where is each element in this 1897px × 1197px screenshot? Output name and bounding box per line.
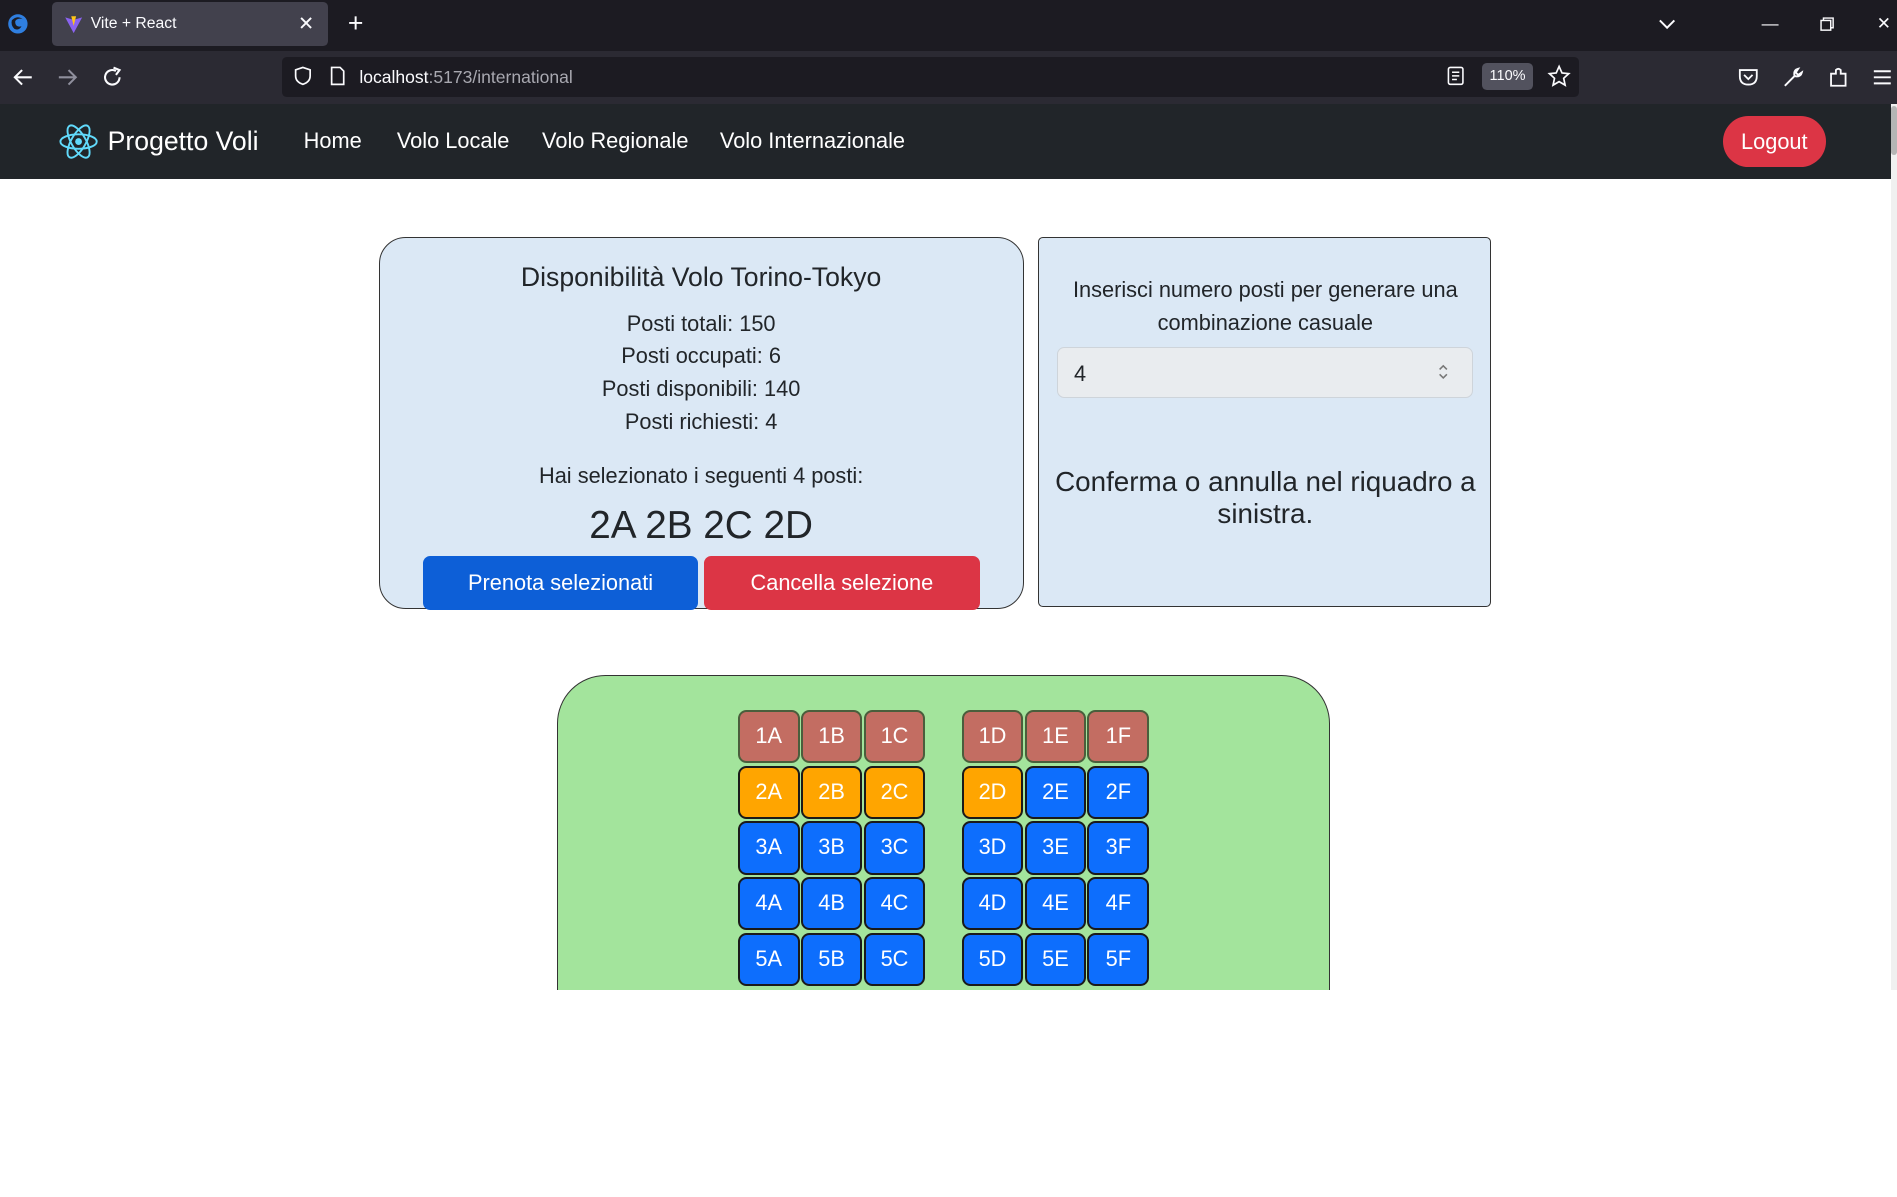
extensions-icon[interactable] (1825, 64, 1852, 91)
seat-5f[interactable]: 5F (1087, 932, 1150, 986)
selected-seats: 2A 2B 2C 2D (589, 504, 813, 548)
nav-link-volo-internazionale[interactable]: Volo Internazionale (720, 128, 905, 154)
seat-2d[interactable]: 2D (961, 765, 1024, 819)
stat-occupied-seats: Posti occupati: 6 (621, 343, 781, 369)
zoom-level-badge[interactable]: 110% (1482, 62, 1533, 90)
seat-2b[interactable]: 2B (800, 765, 863, 819)
new-tab-icon[interactable]: + (342, 10, 369, 38)
reader-view-icon[interactable] (1446, 65, 1465, 87)
vite-favicon-icon (65, 15, 83, 33)
random-seats-card: Inserisci numero posti per generare una … (1038, 237, 1491, 608)
seat-5a[interactable]: 5A (737, 932, 800, 986)
stat-requested-seats: Posti richiesti: 4 (624, 408, 778, 434)
tab-strip: Vite + React ✕ + — ✕ (0, 0, 1897, 51)
tab-active[interactable]: Vite + React ✕ (52, 2, 328, 46)
confirm-message: Conferma o annulla nel riquadro a sinist… (1055, 465, 1476, 530)
seat-3f[interactable]: 3F (1087, 821, 1150, 875)
seat-3d[interactable]: 3D (961, 821, 1024, 875)
hamburger-menu-icon[interactable] (1869, 64, 1896, 91)
react-logo-icon (59, 124, 98, 159)
seat-1f[interactable]: 1F (1087, 709, 1150, 764)
seat-2c[interactable]: 2C (863, 765, 926, 819)
chevron-down-icon[interactable] (1655, 12, 1679, 36)
flight-availability-card: Disponibilità Volo Torino-Tokyo Posti to… (378, 237, 1024, 610)
restore-icon[interactable] (1815, 12, 1839, 36)
spinner-arrows-icon[interactable] (1436, 361, 1451, 383)
close-icon[interactable]: ✕ (296, 14, 315, 34)
seat-4b[interactable]: 4B (800, 876, 863, 931)
seat-5b[interactable]: 5B (800, 932, 863, 986)
seat-count-value: 4 (1073, 361, 1087, 387)
seat-5c[interactable]: 5C (863, 932, 926, 986)
page-scrollbar[interactable] (1891, 104, 1897, 990)
seat-3c[interactable]: 3C (863, 821, 926, 875)
cancel-selection-button[interactable]: Cancella selezione (703, 556, 980, 610)
window-close-icon[interactable]: ✕ (1872, 12, 1896, 36)
random-prompt: Inserisci numero posti per generare una … (1072, 277, 1458, 336)
brand[interactable]: Progetto Voli (58, 121, 259, 162)
seat-3e[interactable]: 3E (1024, 821, 1087, 875)
seat-2a[interactable]: 2A (737, 765, 800, 819)
seat-2f[interactable]: 2F (1087, 765, 1150, 819)
seat-1b[interactable]: 1B (800, 709, 863, 764)
wrench-icon[interactable] (1780, 64, 1807, 91)
seat-4a[interactable]: 4A (737, 876, 800, 931)
nav-link-home[interactable]: Home (304, 128, 362, 154)
seat-3b[interactable]: 3B (800, 821, 863, 875)
bookmark-star-icon[interactable] (1547, 64, 1572, 88)
seat-4c[interactable]: 4C (863, 876, 926, 931)
seat-4e[interactable]: 4E (1024, 876, 1087, 931)
forward-arrow-icon[interactable] (54, 64, 81, 91)
app-navbar: Progetto Voli Home Volo Locale Volo Regi… (0, 104, 1897, 180)
browser-toolbar: localhost:5173/international 110% (0, 50, 1897, 105)
url-host: localhost (359, 66, 429, 87)
tab-title: Vite + React (90, 15, 177, 33)
seat-1a[interactable]: 1A (737, 709, 800, 764)
seat-3a[interactable]: 3A (737, 821, 800, 875)
nav-link-volo-locale[interactable]: Volo Locale (397, 128, 510, 154)
seat-count-input[interactable]: 4 (1057, 347, 1474, 398)
brand-name: Progetto Voli (107, 126, 259, 157)
seat-4f[interactable]: 4F (1087, 876, 1150, 931)
browser-window: Vite + React ✕ + — ✕ localhost:5173/inte… (0, 0, 1897, 990)
stat-total-seats: Posti totali: 150 (626, 310, 776, 336)
scrollbar-thumb[interactable] (1891, 106, 1897, 155)
page-icon[interactable] (328, 65, 347, 87)
nav-link-volo-regionale[interactable]: Volo Regionale (542, 128, 688, 154)
flight-title: Disponibilità Volo Torino-Tokyo (520, 262, 882, 293)
stat-available-seats: Posti disponibili: 140 (601, 376, 801, 402)
firefox-icon[interactable] (7, 13, 29, 35)
logout-button[interactable]: Logout (1722, 116, 1826, 167)
selection-label: Hai selezionato i seguenti 4 posti: (538, 463, 864, 489)
minimize-icon[interactable]: — (1758, 12, 1782, 36)
seat-4d[interactable]: 4D (961, 876, 1024, 931)
seat-1d[interactable]: 1D (961, 709, 1024, 764)
seat-5d[interactable]: 5D (961, 932, 1024, 986)
reload-icon[interactable] (99, 64, 126, 91)
seat-map: 1A 1B 1C 1D 1E 1F 2A 2B 2C 2D 2E 2F 3A 3B 3C 3D 3E 3F 4A 4B… (556, 675, 1330, 990)
shield-icon[interactable] (292, 65, 314, 87)
url-bar[interactable]: localhost:5173/international 110% (281, 56, 1579, 97)
seat-5e[interactable]: 5E (1024, 932, 1087, 986)
back-arrow-icon[interactable] (10, 64, 37, 91)
seat-1e[interactable]: 1E (1024, 709, 1087, 764)
url-text[interactable]: localhost:5173/international (359, 67, 572, 88)
seat-2e[interactable]: 2E (1024, 765, 1087, 819)
pocket-icon[interactable] (1735, 64, 1762, 91)
url-path: :5173/international (428, 66, 573, 87)
seat-1c[interactable]: 1C (863, 709, 926, 764)
book-selected-button[interactable]: Prenota selezionati (423, 556, 698, 610)
